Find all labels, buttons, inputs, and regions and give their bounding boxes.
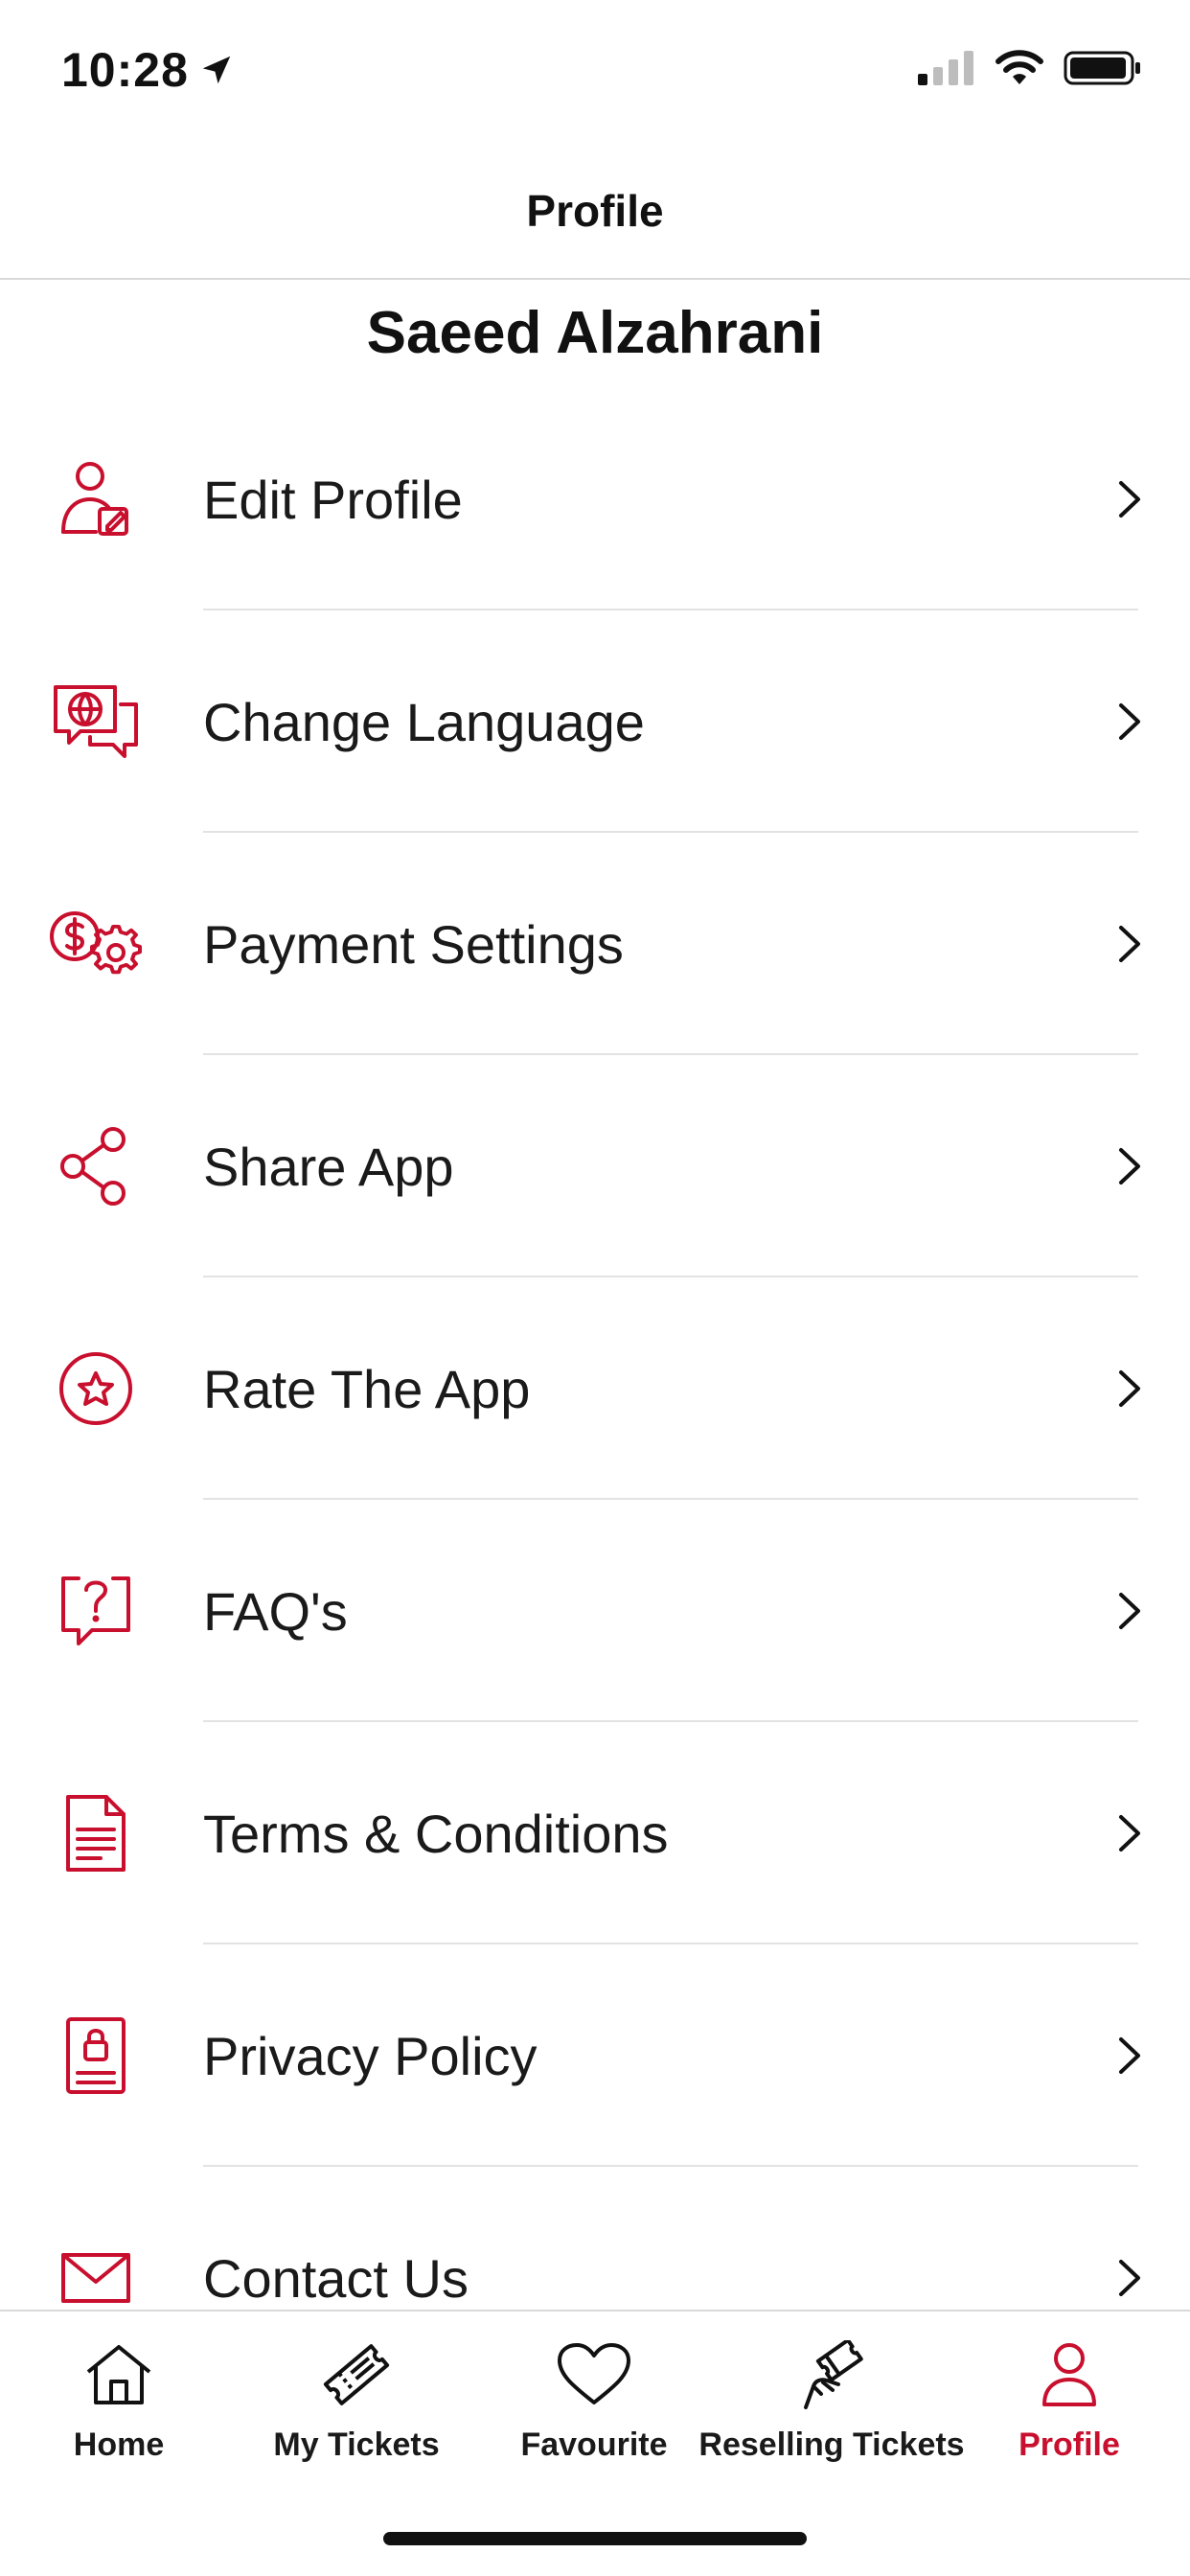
status-bar: 10:28 bbox=[0, 0, 1190, 144]
resell-ticket-icon bbox=[800, 2336, 863, 2413]
chevron-right-icon bbox=[1119, 1593, 1140, 1629]
battery-icon bbox=[1064, 51, 1140, 85]
tab-favourite[interactable]: Favourite bbox=[475, 2336, 713, 2464]
status-time: 10:28 bbox=[61, 42, 235, 98]
mail-icon bbox=[38, 2230, 153, 2303]
chevron-right-icon bbox=[1119, 1148, 1140, 1184]
home-indicator[interactable] bbox=[383, 2532, 807, 2545]
menu-item-label: Edit Profile bbox=[203, 469, 463, 530]
location-arrow-icon bbox=[202, 56, 231, 84]
tab-label: Reselling Tickets bbox=[698, 2426, 965, 2463]
chevron-right-icon bbox=[1119, 2260, 1140, 2296]
chevron-right-icon bbox=[1119, 2037, 1140, 2074]
tab-home[interactable]: Home bbox=[0, 2336, 238, 2464]
tab-label: My Tickets bbox=[273, 2426, 440, 2463]
tab-label: Favourite bbox=[520, 2426, 668, 2463]
question-chat-icon bbox=[38, 1563, 153, 1659]
payment-settings-icon bbox=[38, 896, 153, 992]
menu-item-share-app[interactable]: Share App bbox=[0, 1055, 1190, 1277]
page-title: Profile bbox=[526, 186, 664, 236]
status-indicators bbox=[918, 50, 1142, 86]
star-rate-icon bbox=[38, 1341, 153, 1437]
document-icon bbox=[38, 1785, 153, 1881]
profile-icon bbox=[1039, 2336, 1100, 2413]
privacy-lock-icon bbox=[38, 2008, 153, 2104]
user-name: Saeed Alzahrani bbox=[366, 300, 824, 366]
ticket-icon bbox=[321, 2336, 392, 2413]
navigation-bar: Profile bbox=[0, 144, 1190, 280]
cellular-signal-icon bbox=[918, 51, 973, 85]
user-edit-icon bbox=[38, 451, 153, 547]
menu-item-label: Rate The App bbox=[203, 1358, 531, 1419]
menu-item-contact-us[interactable]: Contact Us bbox=[0, 2167, 1190, 2303]
share-icon bbox=[38, 1118, 153, 1214]
chevron-right-icon bbox=[1119, 1370, 1140, 1407]
chevron-right-icon bbox=[1119, 481, 1140, 518]
menu-item-payment-settings[interactable]: Payment Settings bbox=[0, 833, 1190, 1055]
home-icon bbox=[84, 2336, 153, 2413]
menu-item-label: Share App bbox=[203, 1136, 454, 1197]
menu-item-faqs[interactable]: FAQ's bbox=[0, 1500, 1190, 1722]
tab-label: Profile bbox=[1018, 2426, 1120, 2463]
tab-profile[interactable]: Profile bbox=[950, 2336, 1188, 2464]
menu-item-rate-the-app[interactable]: Rate The App bbox=[0, 1277, 1190, 1500]
menu-item-label: Privacy Policy bbox=[203, 2025, 538, 2086]
tab-my-tickets[interactable]: My Tickets bbox=[238, 2336, 475, 2464]
heart-icon bbox=[556, 2336, 632, 2413]
menu-item-label: FAQ's bbox=[203, 1580, 348, 1642]
menu-item-privacy-policy[interactable]: Privacy Policy bbox=[0, 1944, 1190, 2167]
chevron-right-icon bbox=[1119, 1815, 1140, 1852]
menu-item-terms-conditions[interactable]: Terms & Conditions bbox=[0, 1722, 1190, 1944]
tab-label: Home bbox=[73, 2426, 165, 2463]
chevron-right-icon bbox=[1119, 926, 1140, 962]
chevron-right-icon bbox=[1119, 703, 1140, 740]
menu-item-label: Payment Settings bbox=[203, 913, 624, 975]
wifi-icon bbox=[995, 50, 1043, 84]
profile-screen: 10:28 Profile Saeed Alzahrani Edit Profi… bbox=[0, 0, 1190, 2576]
tab-reselling-tickets[interactable]: Reselling Tickets bbox=[698, 2336, 965, 2464]
language-chat-icon bbox=[38, 674, 153, 770]
menu-item-change-language[interactable]: Change Language bbox=[0, 610, 1190, 833]
menu-item-label: Contact Us bbox=[203, 2247, 469, 2304]
menu-item-edit-profile[interactable]: Edit Profile bbox=[0, 388, 1190, 610]
profile-menu-list[interactable]: Edit Profile Change Language Payment Set… bbox=[0, 388, 1190, 2303]
menu-item-label: Terms & Conditions bbox=[203, 1803, 669, 1864]
status-time-text: 10:28 bbox=[61, 43, 189, 97]
menu-item-label: Change Language bbox=[203, 691, 645, 752]
